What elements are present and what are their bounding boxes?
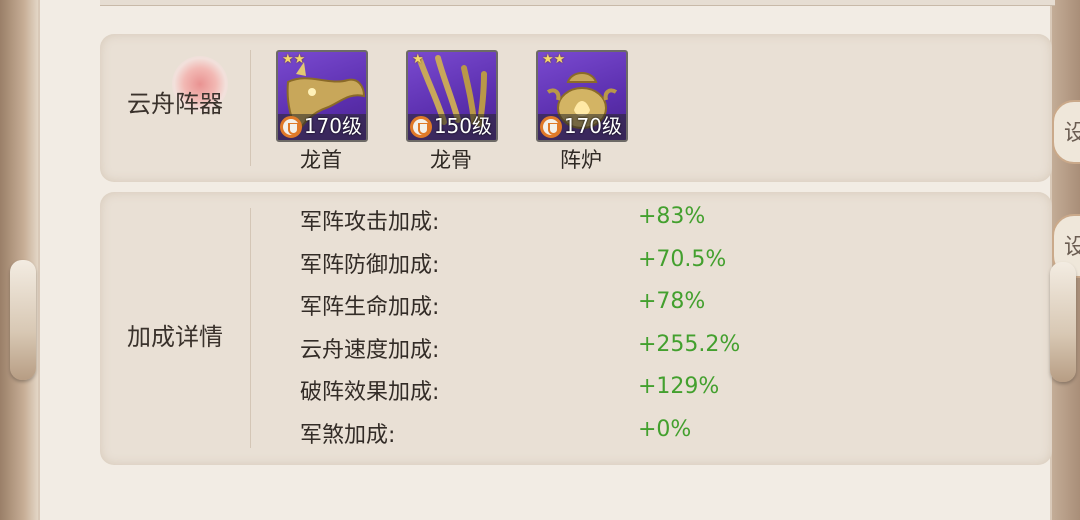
artifact-icon-frame[interactable]: ★★ 170级 — [276, 50, 368, 142]
star-rating: ★ — [412, 52, 424, 67]
stat-value: +129% — [638, 374, 720, 399]
level-badge-icon — [540, 116, 562, 138]
top-strip — [100, 0, 1055, 6]
artifact-icon-frame[interactable]: ★ 150级 — [406, 50, 498, 142]
stat-row: 破阵效果加成: +129% — [300, 374, 1000, 414]
scroll-roller-right — [1050, 262, 1076, 382]
main-panel: 云舟阵器 ★★ 170级 龙首 ★ 150级 龙骨 ★★ 170级 阵炉 加成详… — [38, 0, 1055, 520]
artifact-name: 龙首 — [300, 148, 342, 172]
artifact-name: 龙骨 — [430, 148, 472, 172]
artifact-item[interactable]: ★★ 170级 龙首 — [276, 50, 368, 174]
artifact-icon-frame[interactable]: ★★ 170级 — [536, 50, 628, 142]
stat-label: 军煞加成: — [300, 423, 396, 448]
artifact-level: 170级 — [563, 114, 622, 138]
star-rating: ★★ — [542, 52, 566, 67]
bonus-section-label: 加成详情 — [127, 323, 223, 351]
section-divider — [250, 50, 251, 166]
stat-label: 军阵攻击加成: — [300, 210, 440, 235]
stat-row: 云舟速度加成: +255.2% — [300, 332, 1000, 372]
stat-value: +83% — [638, 204, 706, 229]
artifact-section: 云舟阵器 ★★ 170级 龙首 ★ 150级 龙骨 ★★ 170级 阵炉 — [100, 34, 1052, 182]
stat-label: 军阵防御加成: — [300, 253, 440, 278]
bonus-section: 加成详情 军阵攻击加成: +83% 军阵防御加成: +70.5% 军阵生命加成:… — [100, 192, 1052, 465]
artifact-section-label-part2: 阵器 — [175, 90, 223, 118]
side-tab-bottom-label: 设 — [1064, 235, 1080, 260]
star-rating: ★★ — [282, 52, 306, 67]
artifact-section-label: 云舟阵器 — [100, 84, 250, 119]
artifact-level: 170级 — [303, 114, 362, 138]
stat-row: 军煞加成: +0% — [300, 417, 1000, 457]
stat-label: 破阵效果加成: — [300, 380, 440, 405]
stat-label: 云舟速度加成: — [300, 338, 440, 363]
scroll-roller-left — [10, 260, 36, 380]
side-tab-top-label: 设 — [1064, 121, 1080, 146]
stat-value: +255.2% — [638, 332, 741, 357]
stat-value: +70.5% — [638, 247, 727, 272]
stat-row: 军阵生命加成: +78% — [300, 289, 1000, 329]
stat-label: 军阵生命加成: — [300, 295, 440, 320]
stat-value: +0% — [638, 417, 692, 442]
side-tab-top[interactable]: 设 — [1052, 100, 1080, 164]
artifact-name: 阵炉 — [560, 148, 602, 172]
stat-value: +78% — [638, 289, 706, 314]
stat-row: 军阵防御加成: +70.5% — [300, 247, 1000, 287]
artifact-section-label-part1: 云舟 — [127, 90, 175, 118]
artifact-item[interactable]: ★ 150级 龙骨 — [406, 50, 498, 174]
artifact-item[interactable]: ★★ 170级 阵炉 — [536, 50, 628, 174]
level-badge-icon — [280, 116, 302, 138]
section-divider — [250, 208, 251, 448]
level-badge-icon — [410, 116, 432, 138]
stat-row: 军阵攻击加成: +83% — [300, 204, 1000, 244]
artifact-level: 150级 — [433, 114, 492, 138]
